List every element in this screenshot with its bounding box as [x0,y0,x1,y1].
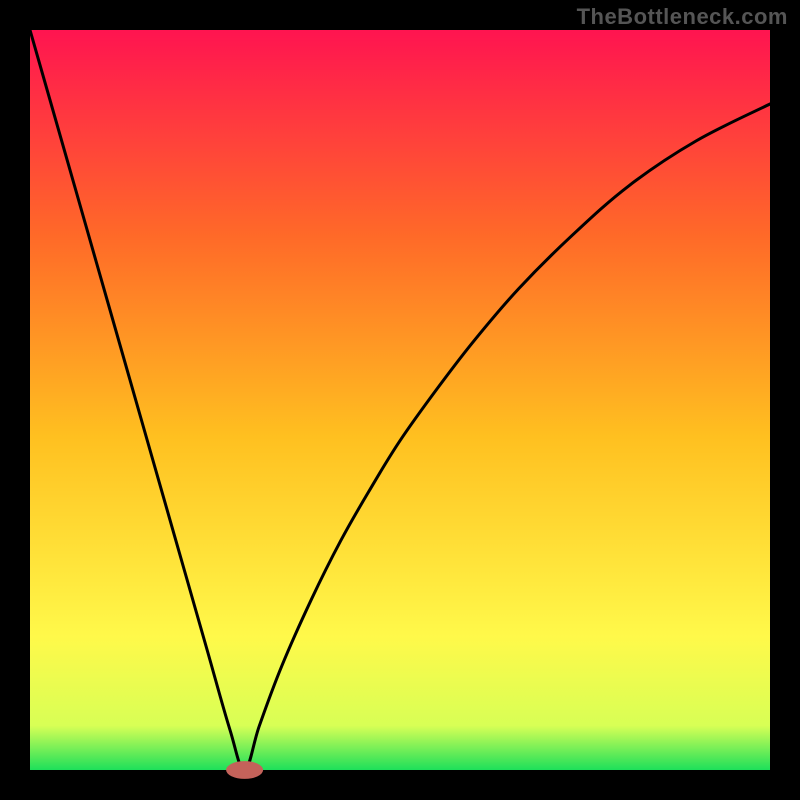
bottleneck-chart [0,0,800,800]
gradient-background [30,30,770,770]
watermark-text: TheBottleneck.com [577,4,788,30]
chart-frame: TheBottleneck.com [0,0,800,800]
minimum-marker [226,761,263,779]
